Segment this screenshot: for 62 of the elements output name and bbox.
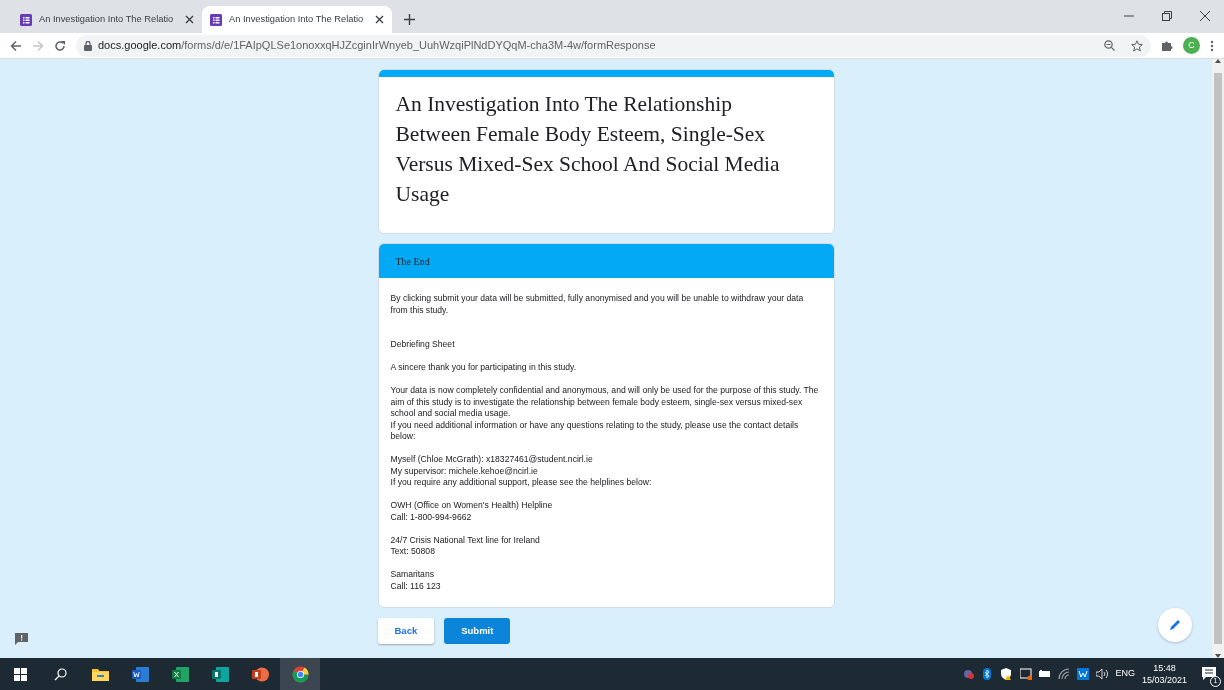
body-text: By clicking submit your data will be submitted, fully anonymised and you will be unable to withdraw your data from this study. [390, 293, 805, 316]
battery-icon[interactable] [1039, 668, 1052, 680]
scrollbar[interactable] [1212, 59, 1224, 658]
powerpoint-icon [251, 665, 269, 683]
forms-icon [20, 13, 32, 26]
language-indicator[interactable]: ENG [1115, 667, 1135, 681]
back-button[interactable]: Back [377, 618, 435, 644]
excel-icon [171, 665, 189, 683]
body-text: My supervisor: [390, 465, 448, 476]
browser-tab[interactable]: An Investigation Into The Relatio [12, 6, 202, 33]
body-text: If you require any additional support, please see the helplines below: [390, 477, 653, 489]
close-icon[interactable] [375, 15, 384, 24]
url-text[interactable]: docs.google.com/forms/d/e/1FAIpQLSe1onoxxqHJZcginIrWnyeb_UuhWzqiPlNdDYQqM-cha3M-4w/formResponse [98, 37, 656, 54]
lock-icon [84, 40, 92, 51]
notification-icon[interactable] [1202, 667, 1216, 681]
more-icon[interactable] [1210, 39, 1214, 52]
search-icon [53, 667, 67, 681]
wifi-icon[interactable] [1058, 668, 1071, 680]
body-text: If you need additional information or have any questions relating to the study, please use the contact details below: [390, 419, 800, 443]
body-text: Myself (Chloe McGrath): [390, 454, 485, 464]
reload-icon[interactable] [54, 39, 66, 52]
new-tab-icon[interactable] [404, 14, 415, 25]
email-link[interactable]: michele.kehoe@ncirl.ie [448, 465, 538, 476]
address-bar[interactable]: docs.google.com/forms/d/e/1FAIpQLSe1onoxxqHJZcginIrWnyeb_UuhWzqiPlNdDYQqM-cha3M-4w/formResponse [76, 34, 1151, 57]
windows-icon [13, 667, 27, 681]
body-text: Samaritans [390, 569, 435, 581]
body-text: Debriefing Sheet [390, 339, 456, 351]
submit-button[interactable]: Submit [444, 618, 511, 644]
puzzle-icon[interactable] [1161, 39, 1173, 52]
body-text: Text: 50808 [390, 546, 436, 558]
volume-icon[interactable] [1096, 668, 1109, 680]
app-w-icon[interactable] [1077, 668, 1090, 680]
close-icon[interactable] [1200, 11, 1210, 21]
body-text: Call: 1-800-994-9662 [390, 511, 473, 523]
clock[interactable]: 15:48 15/03/2021 [1141, 662, 1187, 686]
email-link[interactable]: x18327461@student.ncirl.ie [486, 454, 593, 464]
scroll-up-icon[interactable] [1215, 59, 1221, 63]
teams-icon[interactable] [963, 668, 976, 680]
restore-icon[interactable] [1162, 11, 1172, 21]
chrome-icon [291, 665, 309, 683]
taskbar-app[interactable] [280, 658, 320, 690]
publisher-icon [211, 665, 229, 683]
back-icon[interactable] [10, 39, 22, 52]
section-header: The End [378, 244, 834, 278]
clock-time: 15:48 [1152, 662, 1177, 674]
shield-icon[interactable] [1001, 668, 1014, 680]
pencil-icon [1168, 618, 1182, 632]
feedback-icon[interactable] [15, 633, 28, 645]
close-icon[interactable] [185, 15, 194, 24]
browser-tab[interactable]: An Investigation Into The Relatio [202, 6, 392, 33]
clock-date: 15/03/2021 [1141, 674, 1187, 686]
zoom-out-icon[interactable] [1104, 40, 1115, 51]
body-text: OWH (Office on Women's Health) Helpline [390, 500, 554, 512]
star-icon[interactable] [1131, 39, 1143, 52]
body-text: 24/7 Crisis National Text line for Ireland [390, 534, 541, 546]
form-title: An Investigation Into The Relationship Between Female Body Esteem, Single-Sex Versus Mixed-Sex School And Social Media Usage [378, 70, 834, 233]
display-icon[interactable] [1020, 668, 1033, 680]
forms-icon [210, 13, 222, 26]
body-text: A sincere thank you for participating in this study. [390, 362, 578, 374]
word-icon [131, 665, 149, 683]
body-text: Call: 116 123 [390, 580, 442, 592]
body-text: Your data is now completely confidential and anonymous, and will only be used for the purpose of this study. The aim of this study is to investigate the relationship between female body esteem, single-sex versus mixed-sex school and social media usage. [390, 385, 820, 420]
